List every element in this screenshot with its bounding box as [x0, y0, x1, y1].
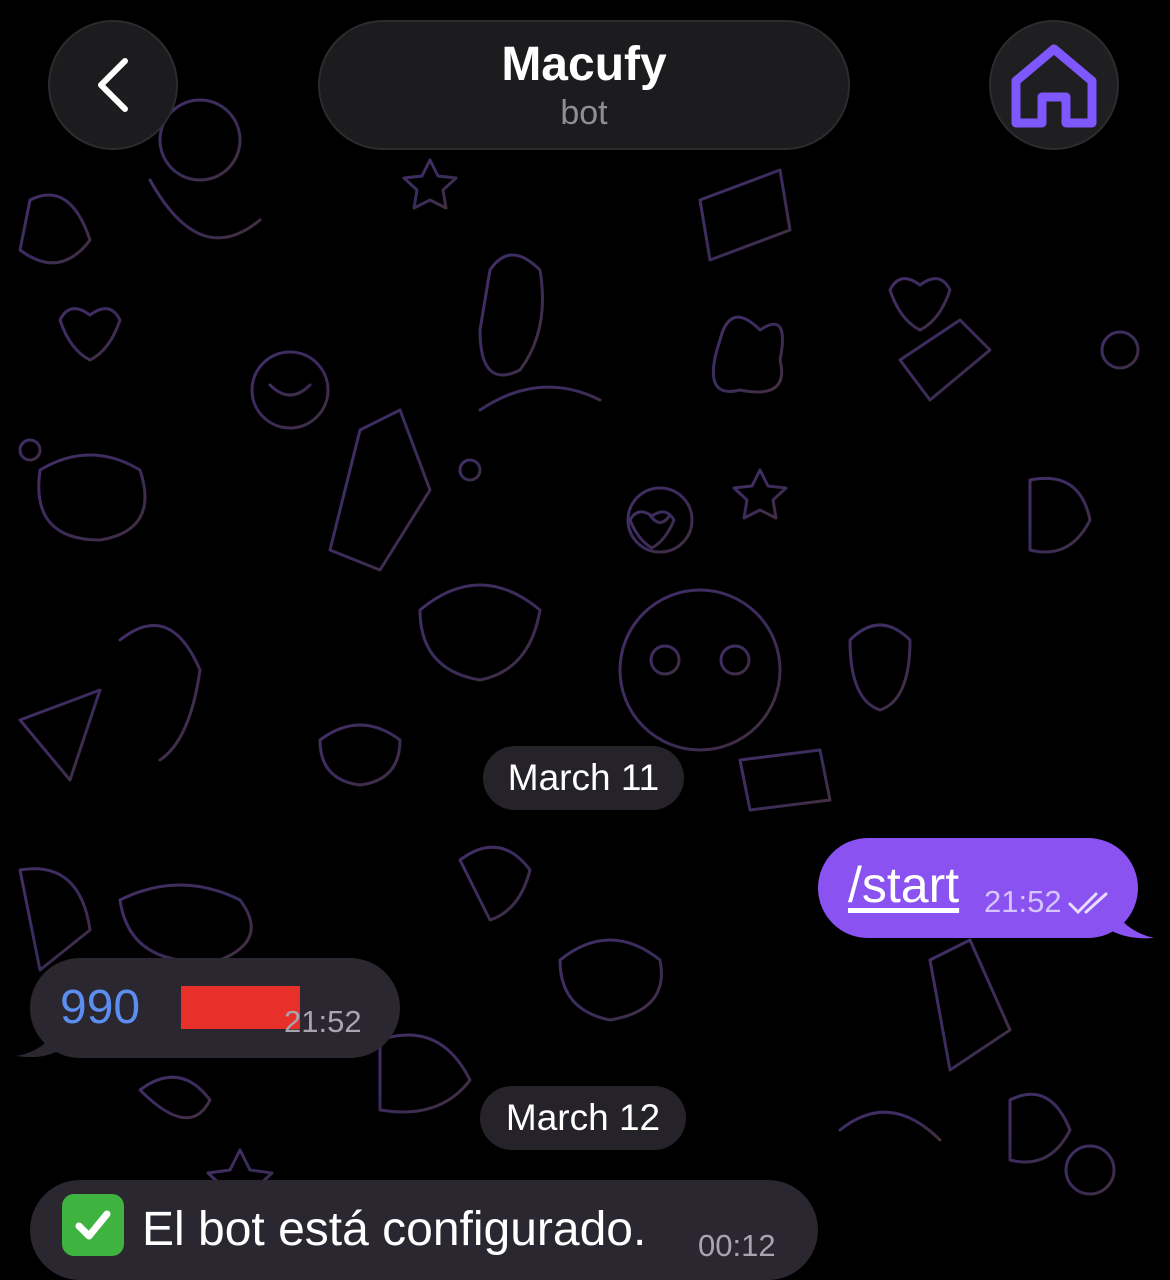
- bubble-tail: [1110, 900, 1154, 939]
- incoming-message[interactable]: El bot está configurado. 00:12: [30, 1180, 818, 1280]
- redaction-mark: [181, 986, 300, 1029]
- bubble-tail: [16, 1020, 60, 1058]
- incoming-message[interactable]: 990 21:52: [30, 958, 400, 1058]
- double-check-icon: [1068, 892, 1108, 915]
- white-check-mark-icon: [62, 1194, 124, 1256]
- message-time: 21:52: [284, 1004, 362, 1039]
- date-separator: March 11: [483, 746, 684, 810]
- chevron-left-icon: [98, 58, 128, 112]
- date-separator: March 12: [480, 1086, 686, 1150]
- outgoing-message[interactable]: /start 21:52: [818, 838, 1138, 938]
- back-button[interactable]: [48, 20, 178, 150]
- chat-title: Macufy: [501, 38, 667, 91]
- chat-title-pill[interactable]: Macufy bot: [318, 20, 850, 150]
- home-button[interactable]: [989, 20, 1119, 150]
- command-link[interactable]: /start: [848, 856, 959, 914]
- phone-number-link[interactable]: 990: [60, 980, 140, 1035]
- message-time: 00:12: [698, 1228, 776, 1263]
- message-time: 21:52: [984, 884, 1062, 919]
- message-text: El bot está configurado.: [142, 1203, 647, 1256]
- chat-subtitle: bot: [560, 94, 608, 132]
- home-icon: [1011, 44, 1097, 128]
